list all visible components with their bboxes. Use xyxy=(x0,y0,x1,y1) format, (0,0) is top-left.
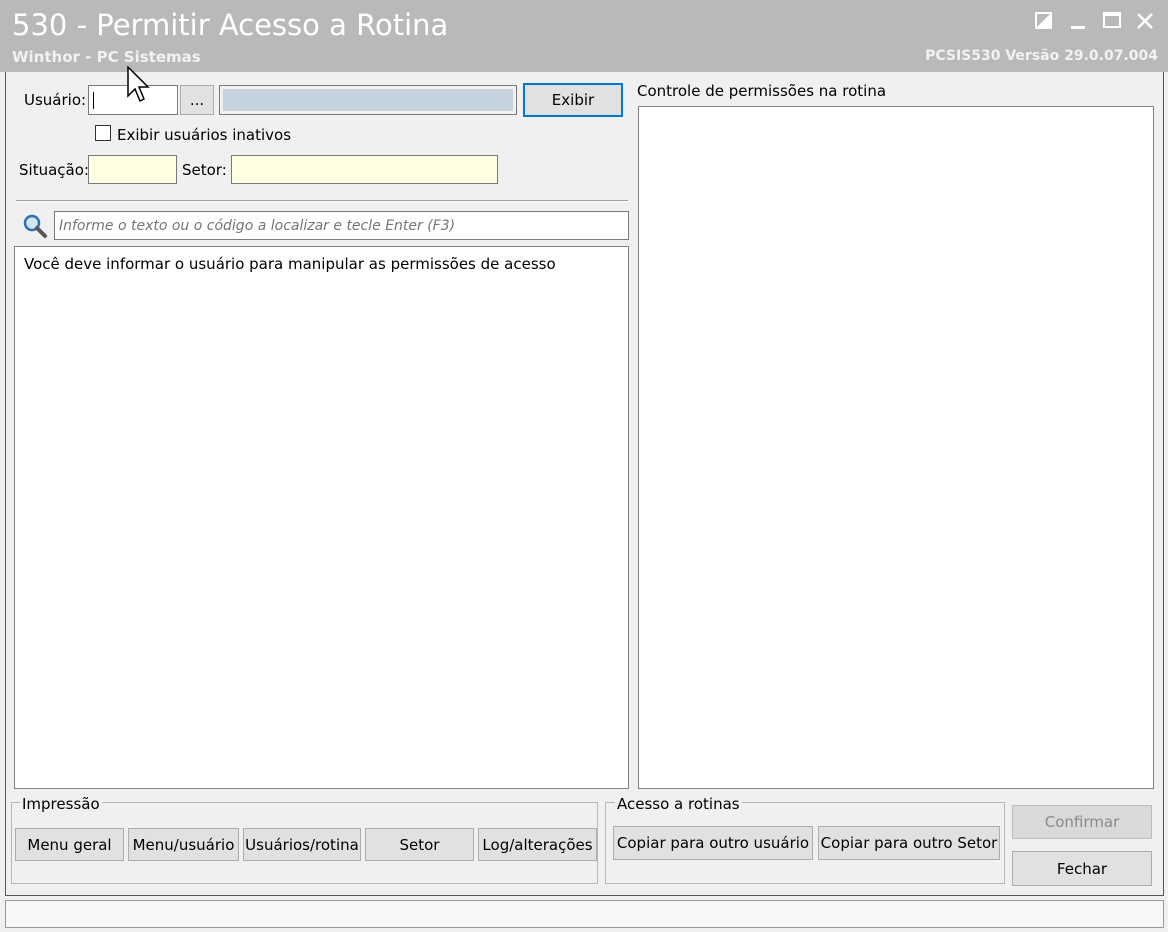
setor-button-label: Setor xyxy=(399,835,440,854)
setor-input[interactable] xyxy=(231,155,498,184)
empty-message: Você deve informar o usuário para manipu… xyxy=(24,255,556,273)
inativos-label[interactable]: Exibir usuários inativos xyxy=(117,126,291,144)
separator xyxy=(16,200,628,202)
setor-button[interactable]: Setor xyxy=(365,828,474,861)
menu-usuario-label: Menu/usuário xyxy=(132,835,235,854)
copiar-usuario-button[interactable]: Copiar para outro usuário xyxy=(613,826,813,860)
usuario-name-frame xyxy=(219,85,517,115)
close-icon[interactable] xyxy=(1134,10,1156,32)
maximize-icon[interactable] xyxy=(1101,10,1123,32)
window-subtitle: Winthor - PC Sistemas xyxy=(12,48,201,66)
lookup-button-label: ... xyxy=(189,91,205,109)
mouse-pointer-icon xyxy=(127,66,150,103)
window-title: 530 - Permitir Acesso a Rotina xyxy=(12,8,449,42)
search-input[interactable] xyxy=(54,211,629,240)
magnifier-icon[interactable] xyxy=(22,213,48,239)
fechar-button[interactable]: Fechar xyxy=(1012,851,1152,886)
controle-permissoes-panel[interactable] xyxy=(638,106,1154,789)
usuarios-rotina-label: Usuários/rotina xyxy=(245,835,359,854)
confirmar-button[interactable]: Confirmar xyxy=(1012,805,1152,839)
minimize-icon[interactable] xyxy=(1068,10,1090,32)
situacao-input[interactable] xyxy=(88,155,177,184)
status-bar xyxy=(5,900,1164,928)
situacao-label: Situação: xyxy=(19,161,89,179)
menu-geral-button[interactable]: Menu geral xyxy=(15,828,124,861)
usuarios-rotina-button[interactable]: Usuários/rotina xyxy=(243,828,361,861)
permissions-tree-panel[interactable]: Você deve informar o usuário para manipu… xyxy=(14,246,629,789)
usuario-name-field xyxy=(223,89,513,111)
version-label: PCSIS530 Versão 29.0.07.004 xyxy=(925,48,1158,64)
usuario-label: Usuário: xyxy=(24,91,87,109)
exibir-button-label: Exibir xyxy=(551,91,595,109)
log-alteracoes-button[interactable]: Log/alterações xyxy=(478,828,597,861)
impressao-legend: Impressão xyxy=(20,795,102,813)
copiar-setor-label: Copiar para outro Setor xyxy=(820,834,998,852)
edit-window-icon[interactable] xyxy=(1033,10,1055,32)
confirmar-label: Confirmar xyxy=(1044,813,1120,831)
exibir-button[interactable]: Exibir xyxy=(523,83,623,117)
text-cursor xyxy=(93,92,94,109)
fechar-label: Fechar xyxy=(1056,859,1108,878)
setor-label: Setor: xyxy=(182,161,227,179)
copiar-usuario-label: Copiar para outro usuário xyxy=(616,834,810,852)
acesso-legend: Acesso a rotinas xyxy=(615,795,742,813)
log-alteracoes-label: Log/alterações xyxy=(482,835,593,854)
controle-label: Controle de permissões na rotina xyxy=(637,82,887,100)
menu-geral-label: Menu geral xyxy=(27,835,112,854)
inativos-checkbox[interactable] xyxy=(95,125,111,141)
usuario-lookup-button[interactable]: ... xyxy=(180,85,214,115)
copiar-setor-button[interactable]: Copiar para outro Setor xyxy=(818,826,1000,860)
menu-usuario-button[interactable]: Menu/usuário xyxy=(128,828,239,861)
